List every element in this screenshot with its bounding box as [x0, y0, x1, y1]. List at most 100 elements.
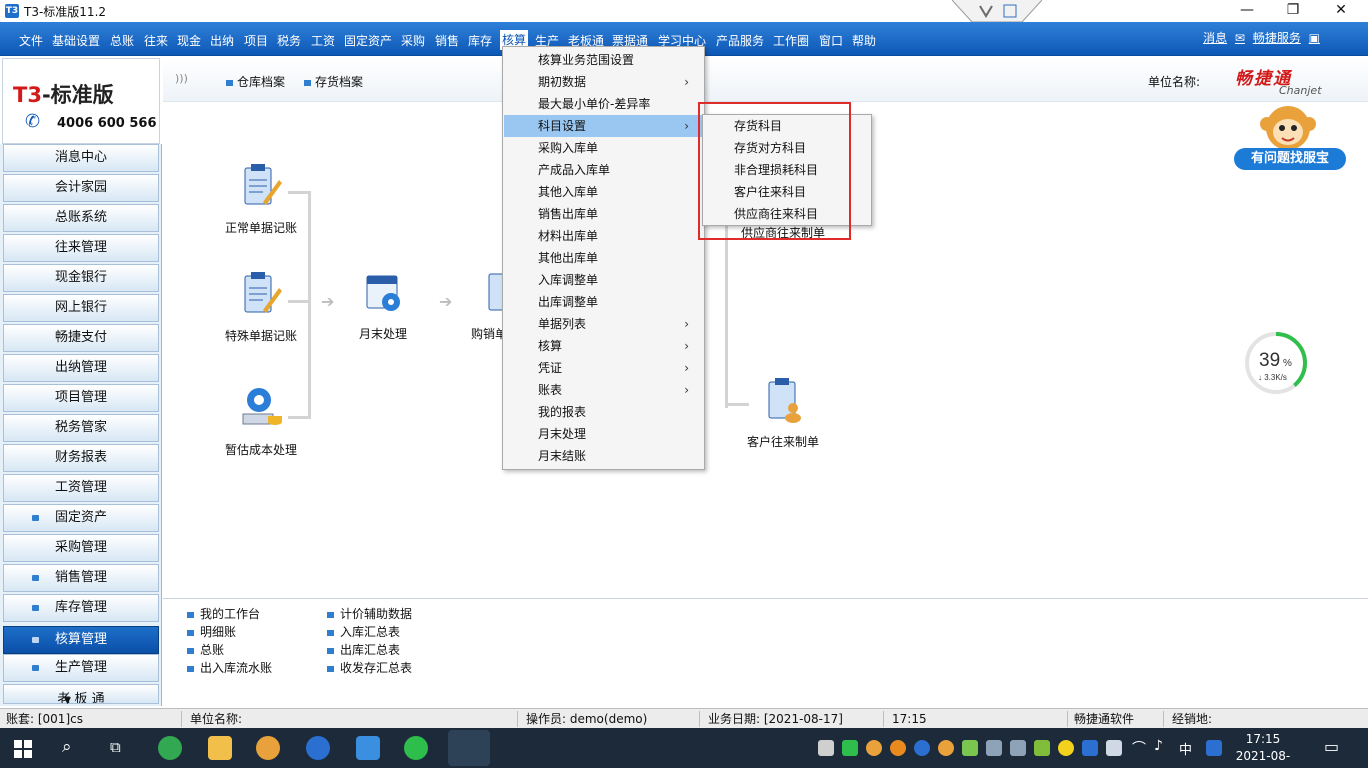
service-icon[interactable]: ▣ — [1309, 31, 1320, 45]
sidebar-item-message-center[interactable]: 消息中心 — [3, 144, 159, 172]
menu-item-account-settings[interactable]: 科目设置 › — [504, 115, 703, 137]
minimize-button[interactable]: — — [1224, 0, 1270, 22]
link-stock-journal[interactable]: 出入库流水账 — [187, 659, 272, 676]
menu-item-month-end[interactable]: 月末处理 — [504, 423, 703, 445]
sidebar-item-transactions[interactable]: 往来管理 — [3, 234, 159, 262]
menu-window[interactable]: 窗口 — [819, 32, 843, 49]
sidebar-item-payroll[interactable]: 工资管理 — [3, 474, 159, 502]
menu-item-product-receipt[interactable]: 产成品入库单 — [504, 159, 703, 181]
node-estimate-cost[interactable]: 暂估成本处理 — [211, 384, 311, 458]
close-button[interactable]: ✕ — [1318, 0, 1364, 22]
mascot-icon[interactable] — [1253, 100, 1323, 154]
menu-cash[interactable]: 现金 — [177, 32, 201, 49]
menu-work-circle[interactable]: 工作圈 — [773, 32, 809, 49]
app-b-icon[interactable] — [306, 736, 330, 760]
sidebar-item-accounting-home[interactable]: 会计家园 — [3, 174, 159, 202]
sidebar-item-reports[interactable]: 财务报表 — [3, 444, 159, 472]
node-month-end[interactable]: 月末处理 — [343, 268, 423, 342]
menu-item-voucher[interactable]: 凭证 › — [504, 357, 703, 379]
link-detail-ledger[interactable]: 明细账 — [187, 623, 236, 640]
app-b-tray-icon[interactable] — [914, 740, 930, 756]
menu-item-receipt-adjust[interactable]: 入库调整单 — [504, 269, 703, 291]
sidebar-item-purchasing[interactable]: 采购管理 — [3, 534, 159, 562]
sidebar-item-costing[interactable]: 核算管理 — [3, 626, 159, 654]
tab-inventory-files[interactable]: 存货档案 — [304, 73, 363, 90]
menu-item-purchase-receipt[interactable]: 采购入库单 — [504, 137, 703, 159]
menu-general-ledger[interactable]: 总账 — [110, 32, 134, 49]
sidebar-item-sales[interactable]: 销售管理 — [3, 564, 159, 592]
search-icon[interactable]: ⌕ — [62, 737, 72, 757]
menu-item-material-issue[interactable]: 材料出库单 — [504, 225, 703, 247]
sidebar-item-general-ledger[interactable]: 总账系统 — [3, 204, 159, 232]
menu-item-month-close[interactable]: 月末结账 — [504, 445, 703, 467]
scroll-down-icon[interactable]: ▼ — [64, 696, 74, 706]
menu-item-costing-scope[interactable]: 核算业务范围设置 — [504, 49, 703, 71]
menu-inventory[interactable]: 库存 — [468, 32, 492, 49]
menu-help[interactable]: 帮助 — [852, 32, 876, 49]
mascot-tray-icon[interactable] — [866, 740, 882, 756]
mascot-app-icon[interactable] — [256, 736, 280, 760]
system-clock[interactable]: 17:15 2021-08-17 — [1232, 731, 1294, 768]
menu-item-other-receipt[interactable]: 其他入库单 — [504, 181, 703, 203]
sidebar-item-boss[interactable]: 老 板 通 — [3, 684, 159, 704]
link-general-ledger[interactable]: 总账 — [187, 641, 224, 658]
menu-item-document-list[interactable]: 单据列表 › — [504, 313, 703, 335]
wechat-tray-icon[interactable] — [842, 740, 858, 756]
network-tray-icon[interactable] — [1082, 740, 1098, 756]
menu-item-max-min-price[interactable]: 最大最小单价-差异率 — [504, 93, 703, 115]
browser-icon[interactable] — [158, 736, 182, 760]
plus-tray-icon[interactable] — [1058, 740, 1074, 756]
network-badge-icon[interactable] — [952, 0, 1042, 22]
windows-start-icon[interactable] — [14, 740, 32, 758]
message-icon[interactable]: ✉ — [1235, 31, 1245, 45]
menu-cashier[interactable]: 出纳 — [210, 32, 234, 49]
search-tray-icon[interactable] — [890, 740, 906, 756]
menu-item-issue-adjust[interactable]: 出库调整单 — [504, 291, 703, 313]
menu-product-service[interactable]: 产品服务 — [716, 32, 764, 49]
t3-app-icon[interactable] — [356, 736, 380, 760]
wechat-icon[interactable] — [404, 736, 428, 760]
link-workbench[interactable]: 我的工作台 — [187, 605, 260, 622]
sidebar-item-projects[interactable]: 项目管理 — [3, 384, 159, 412]
nvidia-icon[interactable] — [1034, 740, 1050, 756]
menu-sales[interactable]: 销售 — [435, 32, 459, 49]
menu-item-costing[interactable]: 核算 › — [504, 335, 703, 357]
file-explorer-icon[interactable] — [208, 736, 232, 760]
printer-icon[interactable] — [818, 740, 834, 756]
mascot-tray-icon-2[interactable] — [938, 740, 954, 756]
menu-item-my-reports[interactable]: 我的报表 — [504, 401, 703, 423]
node-normal-posting[interactable]: 正常单据记账 — [211, 162, 311, 236]
ime-indicator[interactable]: 中 — [1179, 739, 1192, 758]
link-pricing-aux[interactable]: 计价辅助数据 — [327, 605, 412, 622]
menu-item-sales-issue[interactable]: 销售出库单 — [504, 203, 703, 225]
tool-tray-icon[interactable] — [962, 740, 978, 756]
menu-item-other-issue[interactable]: 其他出库单 — [504, 247, 703, 269]
link-outbound-summary[interactable]: 出库汇总表 — [327, 641, 400, 658]
link-inbound-summary[interactable]: 入库汇总表 — [327, 623, 400, 640]
menu-basic-settings[interactable]: 基础设置 — [52, 32, 100, 49]
t3-active-app-icon[interactable] — [448, 730, 490, 766]
task-view-icon[interactable]: ⧉ — [110, 738, 121, 756]
network-speed-gauge[interactable]: 39 % ↓ 3.3K/s — [1243, 330, 1309, 396]
restore-button[interactable]: ❐ — [1270, 0, 1316, 22]
sidebar-item-production[interactable]: 生产管理 — [3, 654, 159, 682]
sidebar-item-chanjet-pay[interactable]: 畅捷支付 — [3, 324, 159, 352]
node-special-posting[interactable]: 特殊单据记账 — [211, 270, 311, 344]
sidebar-item-cashier[interactable]: 出纳管理 — [3, 354, 159, 382]
service-link[interactable]: 畅捷服务 — [1253, 31, 1301, 45]
collapse-chevron-icon[interactable]: ))) — [175, 72, 188, 85]
menu-payroll[interactable]: 工资 — [311, 32, 335, 49]
sidebar-item-cash-bank[interactable]: 现金银行 — [3, 264, 159, 292]
help-button[interactable]: 有问题找服宝 — [1234, 148, 1346, 170]
sidebar-item-online-bank[interactable]: 网上银行 — [3, 294, 159, 322]
t-tray-icon[interactable] — [986, 740, 1002, 756]
sidebar-item-inventory[interactable]: 库存管理 — [3, 594, 159, 622]
menu-file[interactable]: 文件 — [19, 32, 43, 49]
tab-warehouse-files[interactable]: 仓库档案 — [226, 73, 285, 90]
menu-fixed-assets[interactable]: 固定资产 — [344, 32, 392, 49]
sidebar-item-tax[interactable]: 税务管家 — [3, 414, 159, 442]
menu-purchasing[interactable]: 采购 — [401, 32, 425, 49]
node-customer-voucher[interactable]: 客户往来制单 — [733, 376, 833, 450]
message-link[interactable]: 消息 — [1203, 31, 1227, 45]
menu-transactions[interactable]: 往来 — [144, 32, 168, 49]
